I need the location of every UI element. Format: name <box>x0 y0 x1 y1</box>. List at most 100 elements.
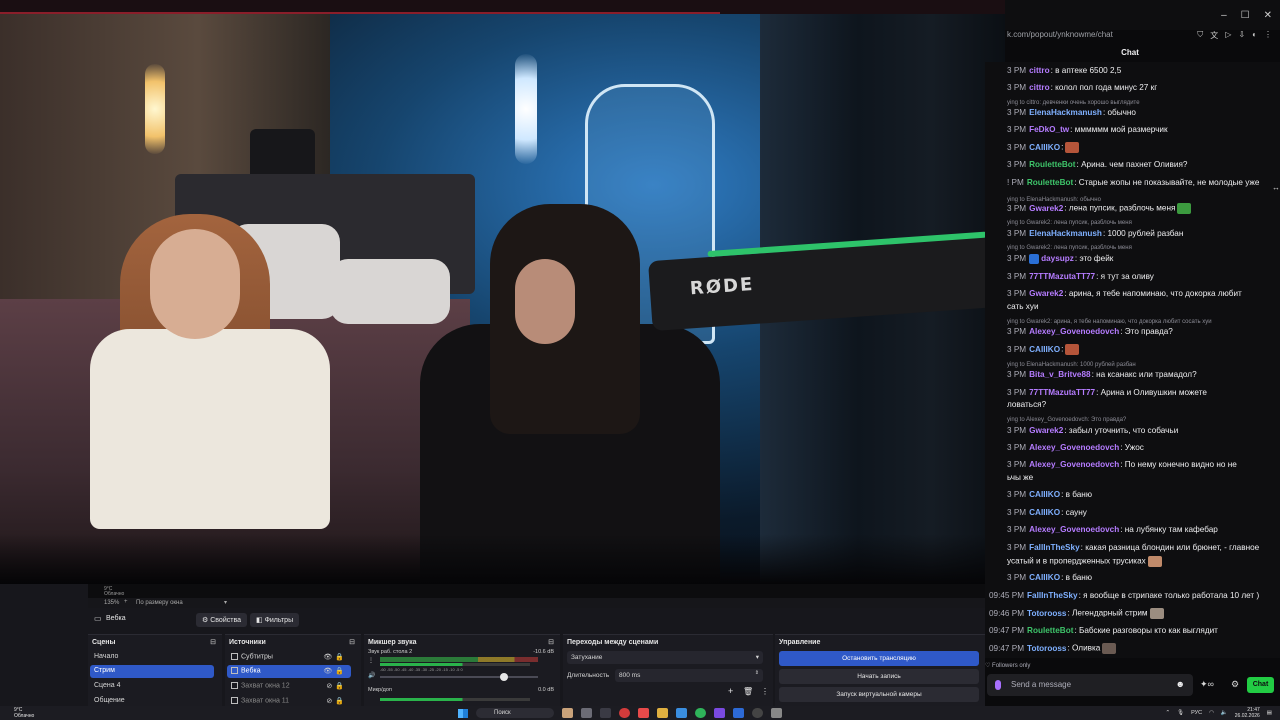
volume-slider[interactable] <box>380 673 538 681</box>
chat-message[interactable]: 3 PM Bita_v_Britve88: на ксанакс или трам… <box>1007 370 1280 380</box>
outlook-icon[interactable] <box>733 708 744 718</box>
username[interactable]: RouletteBot <box>1027 178 1073 187</box>
chat-message[interactable]: 09:47 PM Totorooss: Оливка <box>989 643 1274 654</box>
username[interactable]: cittro <box>1029 66 1049 75</box>
source-item[interactable]: Субтитры 👁🔒 <box>227 651 351 664</box>
username[interactable]: 77TTMazutaTT77 <box>1029 272 1095 281</box>
language-indicator[interactable]: РУС <box>1191 710 1202 716</box>
username[interactable]: Totorooss <box>1027 609 1066 618</box>
emote-icon[interactable] <box>1149 608 1164 619</box>
username[interactable]: Bita_v_Britve88 <box>1029 370 1090 379</box>
chat-message[interactable]: 3 PM CAIIIKO: сауну <box>1007 508 1280 518</box>
chat-message[interactable]: 3 PM 77TTMazutaTT77: Арина и Оливушкин мо… <box>1007 388 1280 398</box>
clock[interactable]: 21:47 26.02.2026 <box>1235 707 1260 719</box>
wifi-icon[interactable]: ◠ <box>1209 710 1214 716</box>
username[interactable]: RouletteBot <box>1029 160 1075 169</box>
telegram-icon[interactable] <box>676 708 687 718</box>
username[interactable]: FallInTheSky <box>1029 543 1080 552</box>
username[interactable]: CAIIIKO <box>1029 508 1060 517</box>
close-icon[interactable]: ✕ <box>1264 10 1272 21</box>
username[interactable]: CAIIIKO <box>1029 143 1060 152</box>
stop-streaming-button[interactable]: Остановить трансляцию <box>779 651 979 666</box>
emote-icon[interactable] <box>1065 142 1080 153</box>
fit-window-label[interactable]: По размеру окна <box>136 600 183 606</box>
scene-item[interactable]: Сцена 4 <box>90 680 214 693</box>
points-icon[interactable]: ✦∞ <box>1200 679 1214 690</box>
resize-arrow-icon[interactable]: ↔ <box>1272 183 1280 192</box>
chat-message-continuation[interactable]: ьчы же <box>1007 473 1280 483</box>
source-item[interactable]: Захват окна 12 ⊘🔒 <box>227 680 351 693</box>
transition-select[interactable]: Затухание ▾ <box>567 651 763 664</box>
windows-start-icon[interactable] <box>458 709 468 718</box>
username[interactable]: Alexey_Govenoedovch <box>1029 327 1119 336</box>
chat-reply-context[interactable]: ying to cittro: девченки очень хорошо вы… <box>1007 98 1280 108</box>
chat-message[interactable]: ! PM RouletteBot: Старые жопы не показыва… <box>1007 178 1280 188</box>
chat-reply-context[interactable]: ying to ElenaHackmanush: 1000 рублей раз… <box>1007 360 1280 370</box>
chat-input[interactable]: Send a message ☻ <box>987 674 1193 696</box>
whatsapp-icon[interactable] <box>695 708 706 718</box>
chat-message[interactable]: 3 PM Gwarek2: арина, я тебе напоминаю, чт… <box>1007 289 1280 299</box>
extension-icon[interactable]: ◐ <box>1252 30 1257 41</box>
chat-message[interactable]: 3 PM CAIIIKO: <box>1007 344 1280 355</box>
username[interactable]: FeDkO_tw <box>1029 125 1069 134</box>
chat-message[interactable]: 3 PM FallInTheSky: какая разница блондин … <box>1007 543 1280 553</box>
username[interactable]: Alexey_Govenoedovch <box>1029 460 1119 469</box>
chevron-down-icon[interactable]: ▾ <box>224 599 227 606</box>
chat-reply-context[interactable]: ying to Gwarek2: арина, я тебе напоминаю… <box>1007 317 1280 327</box>
chat-message[interactable]: 09:45 PM FallInTheSky: я вообще в стрипак… <box>989 591 1274 601</box>
obs-icon[interactable] <box>752 708 763 718</box>
trash-icon[interactable]: 🗑 <box>743 687 753 696</box>
username[interactable]: Gwarek2 <box>1029 204 1063 213</box>
chat-send-button[interactable]: Chat <box>1247 677 1274 693</box>
widget-image-icon[interactable] <box>562 708 573 718</box>
virtual-camera-button[interactable]: Запуск виртуальной камеры <box>779 687 979 702</box>
weather-widget[interactable]: 9°C Облачно <box>14 707 34 719</box>
emote-icon[interactable] <box>1102 643 1117 654</box>
emote-icon[interactable] <box>1065 344 1080 355</box>
opera-icon[interactable] <box>619 708 630 718</box>
username[interactable]: Totorooss <box>1027 644 1066 653</box>
scene-item-selected[interactable]: Стрим <box>90 665 214 678</box>
more-icon[interactable]: ⋮ <box>761 687 769 696</box>
panel-menu-icon[interactable]: ⊟ <box>548 638 554 646</box>
start-recording-button[interactable]: Начать запись <box>779 669 979 684</box>
scene-item[interactable]: Начало <box>90 651 214 664</box>
chat-message[interactable]: 3 PM ElenaHackmanush: 1000 рублей разбан <box>1007 229 1280 239</box>
emote-icon[interactable] <box>1147 556 1162 567</box>
settings-gear-icon[interactable]: ⚙ <box>1231 679 1239 690</box>
shield-icon[interactable]: ⛉ <box>1197 30 1203 41</box>
username[interactable]: ElenaHackmanush <box>1029 229 1102 238</box>
volume-icon[interactable]: 🔈 <box>1221 710 1228 716</box>
emote-icon[interactable]: ☻ <box>1176 679 1185 689</box>
chat-message[interactable]: 3 PM cittro: колол пол года минус 27 кг <box>1007 83 1280 93</box>
duration-input[interactable]: 800 ms ⇕ <box>615 669 763 682</box>
username[interactable]: Alexey_Govenoedovch <box>1029 525 1119 534</box>
capcut-icon[interactable] <box>771 708 782 718</box>
username[interactable]: daysupz <box>1041 254 1074 263</box>
chat-message[interactable]: 3 PM Alexey_Govenoedovch: По нему конечно… <box>1007 460 1280 470</box>
chat-message-list[interactable]: 3 PM cittro: в аптеке 6500 2,5 3 PM cittro:… <box>985 62 1280 658</box>
chat-message[interactable]: 3 PM daysupz: это фейк <box>1007 254 1280 264</box>
chat-message-continuation[interactable]: усатый и в пропердженных трусиках <box>1007 556 1280 567</box>
stepper-icon[interactable]: ⇕ <box>755 670 759 676</box>
chat-message[interactable]: 3 PM 77TTMazutaTT77: я тут за оливу <box>1007 272 1280 282</box>
source-item-selected[interactable]: Вебка 👁🔒 <box>227 665 351 678</box>
username[interactable]: cittro <box>1029 83 1049 92</box>
chevron-up-icon[interactable]: ⌃ <box>1165 710 1170 716</box>
username[interactable]: RouletteBot <box>1027 626 1073 635</box>
username[interactable]: Gwarek2 <box>1029 426 1063 435</box>
username[interactable]: 77TTMazutaTT77 <box>1029 388 1095 397</box>
panel-menu-icon[interactable]: ⊟ <box>210 638 216 646</box>
visibility-lock-icons[interactable]: ⊘🔒 <box>326 682 347 690</box>
play-icon[interactable]: ▷ <box>1225 30 1231 41</box>
chat-message-continuation[interactable]: ловаться? <box>1007 400 1280 410</box>
bits-icon[interactable] <box>995 680 1001 690</box>
visibility-lock-icons[interactable]: ⊘🔒 <box>326 697 347 705</box>
visibility-lock-icons[interactable]: 👁🔒 <box>323 667 347 675</box>
chat-message[interactable]: 3 PM Gwarek2: забыл уточнить, что собачьи <box>1007 426 1280 436</box>
chat-message[interactable]: 3 PM ElenaHackmanush: обычно <box>1007 108 1280 118</box>
chat-message[interactable]: 3 PM CAIIIKO: <box>1007 142 1280 153</box>
add-icon[interactable]: + <box>728 686 733 696</box>
volume-slider-knob[interactable] <box>500 673 508 681</box>
chat-message[interactable]: 3 PM Alexey_Govenoedovch: на лубянку там … <box>1007 525 1280 535</box>
